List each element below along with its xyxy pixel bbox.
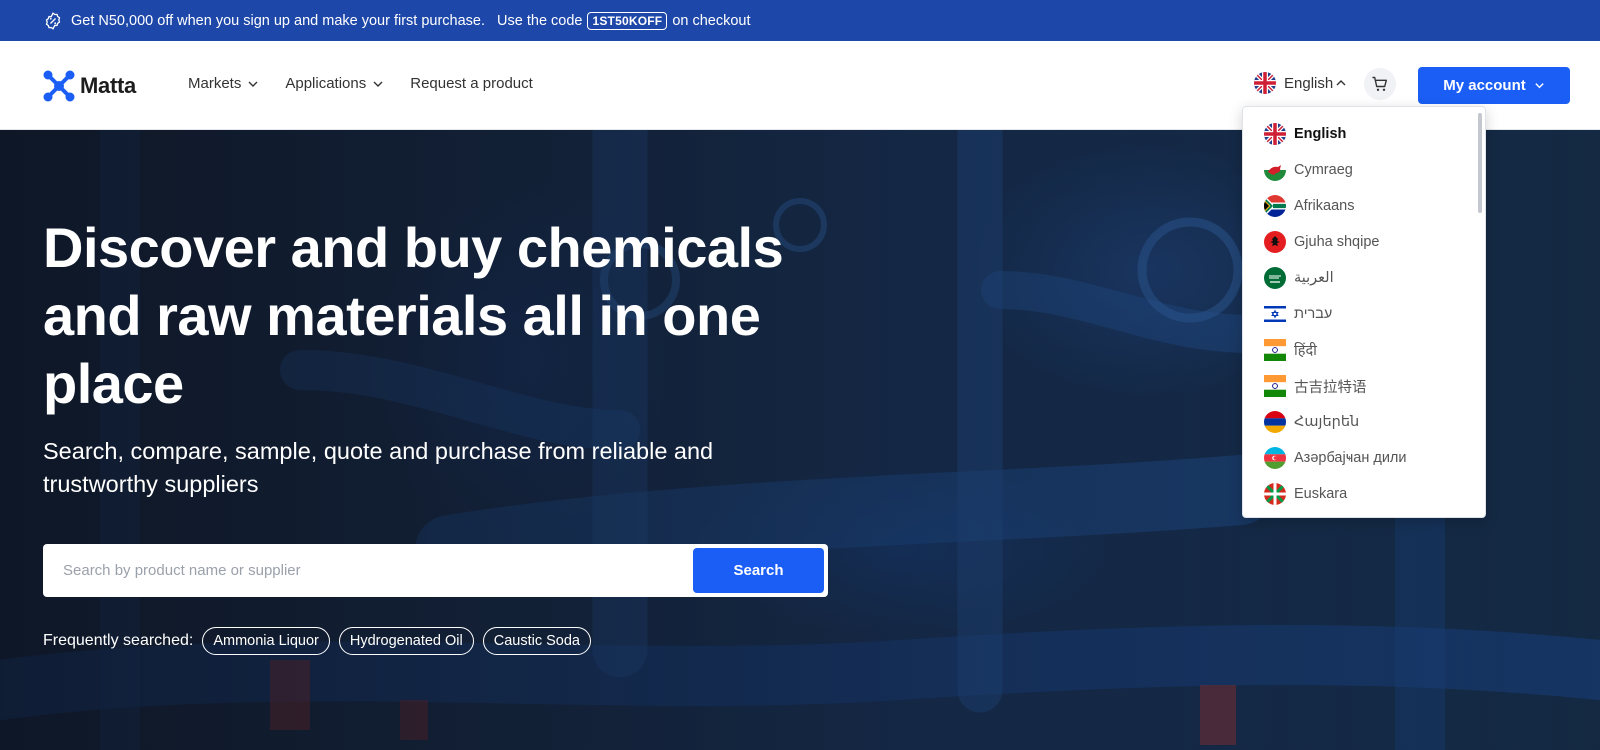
nav-markets[interactable]: Markets: [188, 75, 259, 92]
language-option-label: 古吉拉特语: [1294, 379, 1367, 396]
nav-markets-label: Markets: [188, 75, 242, 92]
language-option-hindi[interactable]: हिंदी: [1243, 332, 1485, 368]
chevron-down-icon: [1535, 83, 1544, 89]
language-option-english[interactable]: English: [1243, 116, 1485, 152]
language-option-label: العربية: [1294, 270, 1334, 286]
uk-flag-icon: [1254, 72, 1276, 94]
promo-banner: Get N50,000 off when you sign up and mak…: [0, 0, 1600, 41]
cart-icon: [1372, 76, 1387, 91]
india-flag-icon: [1264, 375, 1286, 397]
search-input[interactable]: [43, 544, 693, 597]
hero-subtitle: Search, compare, sample, quote and purch…: [43, 438, 714, 497]
nav-request-product-label: Request a product: [410, 75, 533, 92]
uk-flag-icon: [1264, 123, 1286, 145]
logo[interactable]: Matta: [42, 69, 136, 103]
language-option-label: Հայերեն: [1294, 414, 1360, 430]
hero-title: Discover and buy chemicals and raw mater…: [43, 216, 784, 415]
language-option-label: हिंदी: [1294, 343, 1317, 359]
south-africa-flag-icon: [1264, 195, 1286, 217]
saudi-flag-icon: [1264, 267, 1286, 289]
language-option-cymraeg[interactable]: Cymraeg: [1243, 152, 1485, 188]
india-flag-icon: [1264, 339, 1286, 361]
armenia-flag-icon: [1264, 411, 1286, 433]
search-chip[interactable]: Hydrogenated Oil: [338, 627, 474, 655]
language-option-label: Cymraeg: [1294, 162, 1353, 178]
language-list: English Cymraeg Afrikaans Gjuha shqipe ا…: [1243, 107, 1485, 512]
search-chip[interactable]: Ammonia Liquor: [202, 627, 330, 655]
logo-text: Matta: [80, 73, 136, 98]
language-option-label: Азәрбајҹан дили: [1294, 450, 1407, 466]
main-nav: Markets Applications Request a product: [188, 75, 559, 92]
search-button[interactable]: Search: [693, 548, 824, 593]
language-option-armenian[interactable]: Հայերեն: [1243, 404, 1485, 440]
language-selector[interactable]: English: [1254, 72, 1347, 94]
language-option-albanian[interactable]: Gjuha shqipe: [1243, 224, 1485, 260]
cart-button[interactable]: [1364, 68, 1396, 100]
albania-flag-icon: [1264, 231, 1286, 253]
frequently-searched: Frequently searched: Ammonia Liquor Hydr…: [43, 627, 600, 655]
language-option-afrikaans[interactable]: Afrikaans: [1243, 188, 1485, 224]
promo-code-lead: Use the code: [497, 12, 583, 29]
promo-text-after: on checkout: [672, 12, 751, 29]
language-option-basque[interactable]: Euskara: [1243, 476, 1485, 512]
language-option-arabic[interactable]: العربية: [1243, 260, 1485, 296]
chevron-up-icon: [1336, 80, 1346, 86]
chevron-down-icon: [248, 81, 258, 87]
frequently-searched-label: Frequently searched:: [43, 632, 194, 649]
chevron-down-icon: [373, 81, 383, 87]
matta-logo-icon: [42, 69, 76, 103]
language-option-label: English: [1294, 126, 1347, 142]
wales-flag-icon: [1264, 159, 1286, 181]
search-chip[interactable]: Caustic Soda: [482, 627, 591, 655]
language-option-gujarati[interactable]: 古吉拉特语: [1243, 368, 1485, 404]
language-option-hebrew[interactable]: עברית: [1243, 296, 1485, 332]
language-option-label: Gjuha shqipe: [1294, 234, 1380, 250]
language-selector-label: English: [1284, 74, 1334, 92]
nav-applications-label: Applications: [285, 75, 367, 92]
discount-badge-icon: [44, 11, 62, 30]
language-option-label: Afrikaans: [1294, 198, 1355, 214]
nav-request-product[interactable]: Request a product: [410, 75, 533, 92]
language-option-azerbaijani[interactable]: Азәрбајҹан дили: [1243, 440, 1485, 476]
nav-applications[interactable]: Applications: [285, 75, 384, 92]
basque-flag-icon: [1264, 483, 1286, 505]
product-search-bar: Search: [43, 544, 828, 597]
promo-text: Get N50,000 off when you sign up and mak…: [71, 12, 486, 29]
language-option-label: Euskara: [1294, 486, 1348, 502]
promo-code: 1ST50KOFF: [587, 11, 668, 30]
dropdown-scrollbar[interactable]: [1478, 113, 1482, 213]
language-option-label: עברית: [1294, 306, 1333, 322]
my-account-label: My account: [1443, 77, 1526, 94]
israel-flag-icon: [1264, 303, 1286, 325]
language-dropdown: English Cymraeg Afrikaans Gjuha shqipe ا…: [1242, 106, 1486, 518]
my-account-button[interactable]: My account: [1418, 67, 1570, 104]
azerbaijan-flag-icon: [1264, 447, 1286, 469]
